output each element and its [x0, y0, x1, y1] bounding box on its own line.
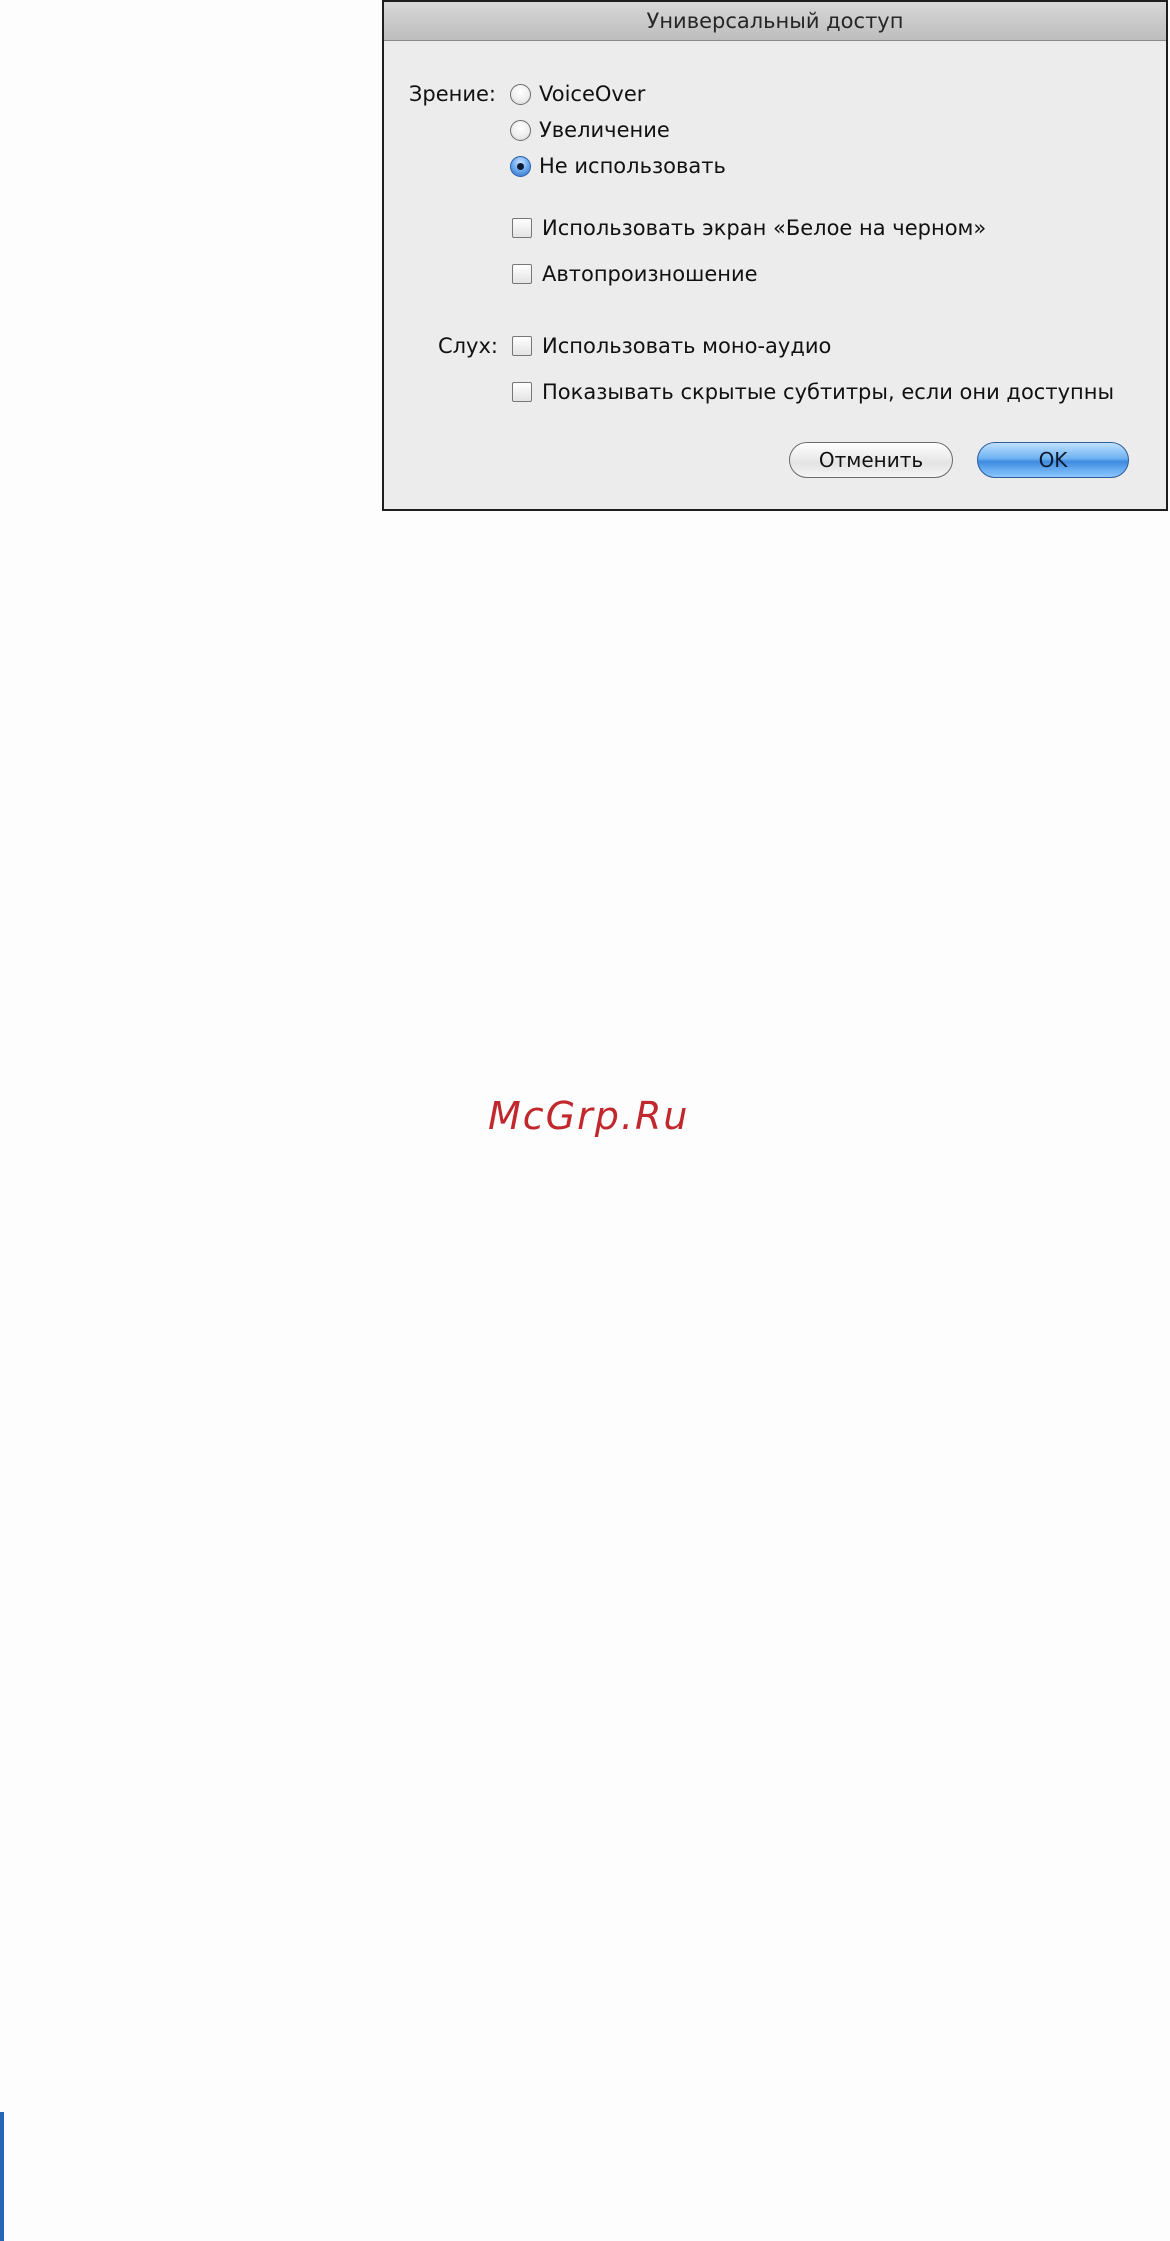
radio-zoom[interactable]: Увеличение: [510, 118, 670, 142]
vision-label: Зрение:: [408, 82, 496, 106]
hearing-label: Слух:: [437, 334, 498, 358]
checkbox-mono-audio[interactable]: Использовать моно-аудио: [512, 334, 831, 358]
radio-dot-icon: [517, 162, 524, 170]
radio-voiceover-label: VoiceOver: [539, 82, 646, 106]
checkbox-mono-audio-label: Использовать моно-аудио: [542, 334, 832, 358]
radio-zoom-label: Увеличение: [539, 118, 670, 142]
dialog-title: Универсальный доступ: [646, 9, 904, 33]
checkbox-icon[interactable]: [512, 382, 532, 402]
accessibility-dialog: Универсальный доступ Зрение: VoiceOver У…: [382, 0, 1168, 511]
checkbox-closed-captions-label: Показывать скрытые субтитры, если они до…: [542, 380, 1115, 404]
radio-voiceover[interactable]: VoiceOver: [510, 82, 645, 106]
radio-circle-icon[interactable]: [510, 119, 531, 141]
radio-circle-icon[interactable]: [510, 83, 531, 105]
checkbox-icon[interactable]: [512, 336, 532, 356]
checkbox-autospeak-label: Автопроизношение: [542, 262, 758, 286]
radio-none[interactable]: Не использовать: [510, 154, 726, 178]
checkbox-white-on-black[interactable]: Использовать экран «Белое на черном»: [512, 216, 986, 240]
watermark-text: McGrp.Ru: [488, 1094, 690, 1138]
cancel-button[interactable]: Отменить: [789, 442, 953, 478]
checkbox-white-on-black-label: Использовать экран «Белое на черном»: [542, 216, 987, 240]
checkbox-icon[interactable]: [512, 264, 532, 284]
page-edge-bar: [0, 2112, 4, 2241]
checkbox-autospeak[interactable]: Автопроизношение: [512, 262, 758, 286]
radio-selected-icon[interactable]: [510, 155, 531, 177]
dialog-titlebar[interactable]: Универсальный доступ: [384, 2, 1166, 41]
checkbox-icon[interactable]: [512, 218, 532, 238]
checkbox-closed-captions[interactable]: Показывать скрытые субтитры, если они до…: [512, 380, 1114, 404]
radio-none-label: Не использовать: [539, 154, 726, 178]
ok-button[interactable]: OK: [977, 442, 1129, 478]
